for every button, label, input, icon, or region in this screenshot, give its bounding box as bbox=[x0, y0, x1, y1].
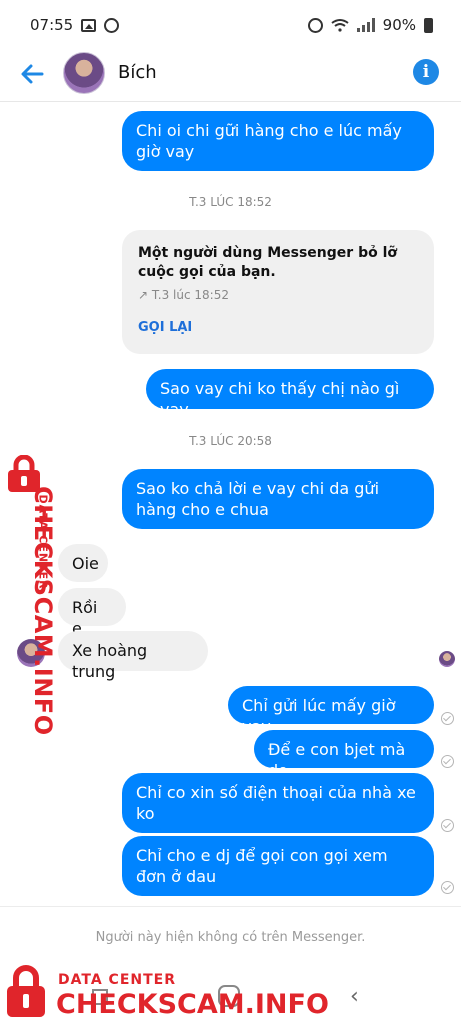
delivered-check-icon bbox=[441, 712, 454, 725]
battery-percent: 90% bbox=[382, 16, 416, 34]
status-time: 07:55 bbox=[30, 16, 74, 34]
outgoing-message[interactable]: Sao vay chi ko thấy chị nào gì vay bbox=[146, 369, 434, 419]
signal-icon bbox=[356, 18, 375, 32]
info-icon[interactable]: i bbox=[413, 59, 439, 85]
outgoing-message[interactable]: Chỉ gửi lúc mấy giờ vay bbox=[228, 686, 434, 736]
contact-avatar[interactable] bbox=[63, 52, 105, 94]
message-list[interactable]: Chi oi chi gữi hàng cho e lúc mấy giờ va… bbox=[0, 103, 461, 906]
outgoing-message[interactable]: Sao ko chả lời e vay chi da gửi hàng cho… bbox=[122, 469, 434, 529]
lock-icon bbox=[7, 965, 45, 1017]
outgoing-message[interactable]: Chỉ cho e dj để gọi con gọi xem đơn ở da… bbox=[122, 836, 434, 896]
contact-name[interactable]: Bích bbox=[118, 62, 157, 83]
watermark-big-text: CHECKSCAM.INFO bbox=[56, 989, 329, 1020]
message-text: Chỉ co xin số điện thoại của nhà xe ko bbox=[136, 783, 416, 823]
alarm-icon bbox=[307, 17, 323, 33]
message-text: Xe hoàng trung bbox=[72, 641, 148, 681]
missed-call-text: Một người dùng Messenger bỏ lỡ cuộc gọi … bbox=[138, 245, 397, 280]
outgoing-message[interactable]: Chỉ co xin số điện thoại của nhà xe ko bbox=[122, 773, 434, 833]
incoming-message[interactable]: Xe hoàng trung bbox=[58, 631, 208, 681]
watermark-big-text: CHECKSCAM.INFO bbox=[29, 486, 57, 736]
timestamp: T.3 LÚC 20:58 bbox=[189, 434, 272, 448]
unavailable-note: Người này hiện không có trên Messenger. bbox=[95, 930, 366, 945]
incoming-message[interactable]: Rồi e bbox=[58, 588, 126, 638]
status-bar: 07:55 90% bbox=[0, 0, 461, 50]
message-text: Sao ko chả lời e vay chi da gửi hàng cho… bbox=[136, 479, 380, 519]
wifi-icon bbox=[331, 19, 349, 32]
missed-call-time: ↗ T.3 lúc 18:52 bbox=[138, 288, 229, 302]
call-back-button[interactable]: GỌI LẠI bbox=[138, 320, 418, 335]
message-text: Chi oi chi gữi hàng cho e lúc mấy giờ va… bbox=[136, 121, 402, 161]
incoming-message[interactable]: Oie bbox=[58, 544, 108, 582]
battery-icon bbox=[424, 17, 433, 33]
footer-divider bbox=[0, 906, 461, 907]
message-text: Oie bbox=[72, 554, 99, 573]
status-right: 90% bbox=[307, 16, 433, 34]
delivered-check-icon bbox=[441, 881, 454, 894]
watermark-side: DATA CENTER CHECKSCAM.INFO bbox=[0, 455, 60, 736]
conversation-header: Bích i bbox=[0, 50, 461, 102]
timestamp: T.3 LÚC 18:52 bbox=[189, 195, 272, 209]
outgoing-message[interactable]: Để e con bjet mà do bbox=[254, 730, 434, 780]
seen-avatar bbox=[439, 651, 455, 667]
delivered-check-icon bbox=[441, 819, 454, 832]
status-left: 07:55 bbox=[30, 16, 120, 34]
gallery-notification-icon bbox=[81, 18, 97, 32]
outgoing-message[interactable]: Chi oi chi gữi hàng cho e lúc mấy giờ va… bbox=[122, 111, 434, 171]
delivered-check-icon bbox=[441, 755, 454, 768]
back-arrow-icon[interactable] bbox=[18, 60, 46, 88]
message-text: Sao vay chi ko thấy chị nào gì vay bbox=[160, 379, 400, 419]
missed-call-card: Một người dùng Messenger bỏ lỡ cuộc gọi … bbox=[122, 230, 434, 354]
watermark-bottom: DATA CENTER CHECKSCAM.INFO bbox=[0, 965, 461, 1024]
watermark-small-text: DATA CENTER bbox=[58, 972, 176, 988]
messenger-notification-icon bbox=[104, 17, 120, 33]
message-text: Chỉ cho e dj để gọi con gọi xem đơn ở da… bbox=[136, 846, 388, 886]
